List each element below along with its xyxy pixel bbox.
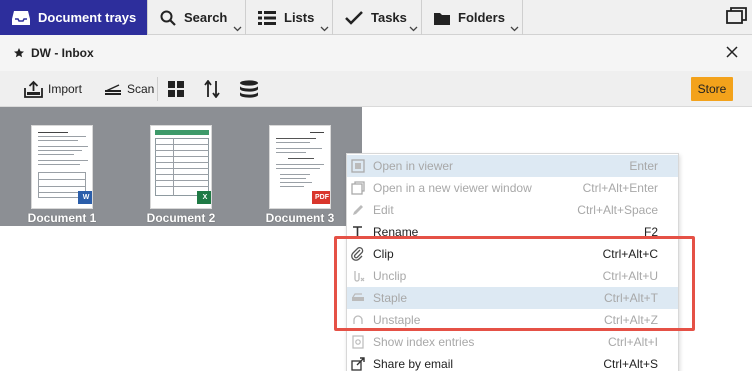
document-item[interactable]: PDF Document 3 bbox=[255, 125, 345, 225]
word-file-icon: W bbox=[78, 191, 92, 204]
index-icon bbox=[352, 335, 364, 349]
grid-icon bbox=[168, 81, 184, 97]
grid-view-button[interactable] bbox=[168, 71, 189, 107]
menu-item-edit[interactable]: Edit Ctrl+Alt+Space bbox=[347, 199, 678, 221]
pencil-icon bbox=[353, 205, 363, 215]
sort-button[interactable] bbox=[204, 71, 225, 107]
nav-tab-label: Document trays bbox=[38, 10, 137, 25]
folder-icon bbox=[434, 11, 450, 25]
scanner-icon bbox=[105, 84, 121, 95]
document-item[interactable]: W Document 1 bbox=[17, 125, 107, 225]
nav-tab-document-trays[interactable]: Document trays bbox=[0, 0, 147, 35]
import-label: Import bbox=[48, 82, 83, 96]
nav-tab-folders[interactable]: Folders bbox=[422, 0, 522, 35]
nav-tab-label: Tasks bbox=[371, 10, 407, 25]
document-name: Document 1 bbox=[27, 211, 97, 225]
inbox-tray-icon bbox=[12, 10, 30, 26]
document-name: Document 3 bbox=[265, 211, 335, 225]
star-icon[interactable] bbox=[14, 48, 24, 58]
window-icon[interactable] bbox=[726, 6, 748, 28]
viewer-icon bbox=[351, 159, 365, 173]
chevron-down-icon[interactable] bbox=[409, 24, 418, 33]
scan-label: Scan bbox=[127, 82, 155, 96]
menu-item-show-index-entries[interactable]: Show index entries Ctrl+Alt+I bbox=[347, 331, 678, 353]
nav-tab-label: Folders bbox=[458, 10, 505, 25]
search-icon bbox=[160, 10, 176, 26]
nav-tab-tasks[interactable]: Tasks bbox=[333, 0, 421, 35]
document-thumbnail: X bbox=[150, 125, 212, 209]
import-button[interactable]: Import bbox=[24, 71, 82, 107]
close-icon[interactable] bbox=[726, 46, 738, 58]
nav-tab-search[interactable]: Search bbox=[148, 0, 245, 35]
excel-file-icon: X bbox=[197, 191, 211, 204]
tray-title-bar: DW - Inbox bbox=[0, 35, 752, 71]
toolbar: Import Scan bbox=[0, 71, 752, 107]
menu-item-open-new-viewer-window[interactable]: Open in a new viewer window Ctrl+Alt+Ent… bbox=[347, 177, 678, 199]
list-icon bbox=[258, 10, 276, 26]
highlight-box bbox=[334, 236, 695, 331]
store-button[interactable]: Store bbox=[691, 77, 733, 101]
top-nav: Document trays Search Lists Tasks Folder… bbox=[0, 0, 752, 35]
menu-item-open-in-viewer[interactable]: Open in viewer Enter bbox=[347, 155, 678, 177]
import-icon bbox=[24, 80, 43, 98]
menu-item-share-by-email[interactable]: Share by email Ctrl+Alt+S bbox=[347, 353, 678, 371]
tray-title: DW - Inbox bbox=[31, 46, 94, 60]
database-icon bbox=[240, 80, 258, 98]
chevron-down-icon[interactable] bbox=[233, 24, 242, 33]
new-window-icon bbox=[351, 181, 365, 195]
document-name: Document 2 bbox=[146, 211, 216, 225]
document-thumbnail: W bbox=[31, 125, 93, 209]
scan-button[interactable]: Scan bbox=[104, 71, 154, 107]
document-tray-area: W Document 1 X Document 2 PDF Document 3 bbox=[0, 107, 362, 226]
chevron-down-icon[interactable] bbox=[510, 24, 519, 33]
database-button[interactable] bbox=[239, 71, 264, 107]
sort-icon bbox=[204, 80, 220, 98]
document-thumbnail: PDF bbox=[269, 125, 331, 209]
nav-tab-lists[interactable]: Lists bbox=[246, 0, 332, 35]
nav-tab-label: Lists bbox=[284, 10, 315, 25]
nav-tab-label: Search bbox=[184, 10, 228, 25]
pdf-file-icon: PDF bbox=[312, 191, 330, 204]
document-item[interactable]: X Document 2 bbox=[136, 125, 226, 225]
share-icon bbox=[351, 357, 365, 371]
checkmark-icon bbox=[345, 10, 363, 26]
chevron-down-icon[interactable] bbox=[320, 24, 329, 33]
